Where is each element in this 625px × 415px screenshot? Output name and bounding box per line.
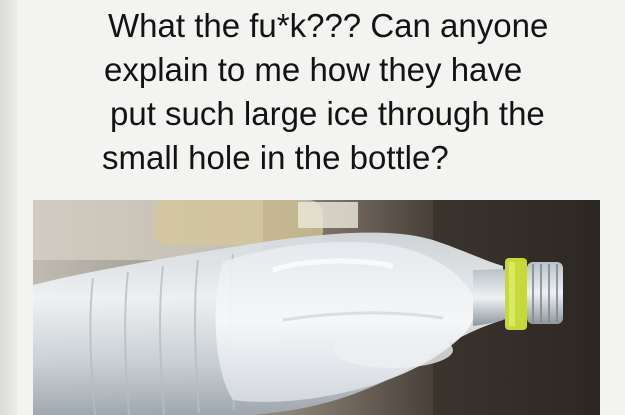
bottle-photo [33,200,600,415]
caption-line-3: put such large ice through the [110,95,545,132]
background-label [298,202,358,228]
post-caption: What the fu*k??? Can anyone explain to m… [100,0,600,180]
bottle-neck [473,269,508,326]
bottle-illustration [33,200,600,415]
meme-post: What the fu*k??? Can anyone explain to m… [0,0,625,415]
cap-ring [505,258,527,330]
caption-line-4: small hole in the bottle? [102,139,449,176]
caption-line-2: explain to me how they have [104,51,523,88]
left-border [0,0,18,415]
caption-line-1: What the fu*k??? Can anyone [108,7,549,44]
bottle-mouth [527,262,563,324]
